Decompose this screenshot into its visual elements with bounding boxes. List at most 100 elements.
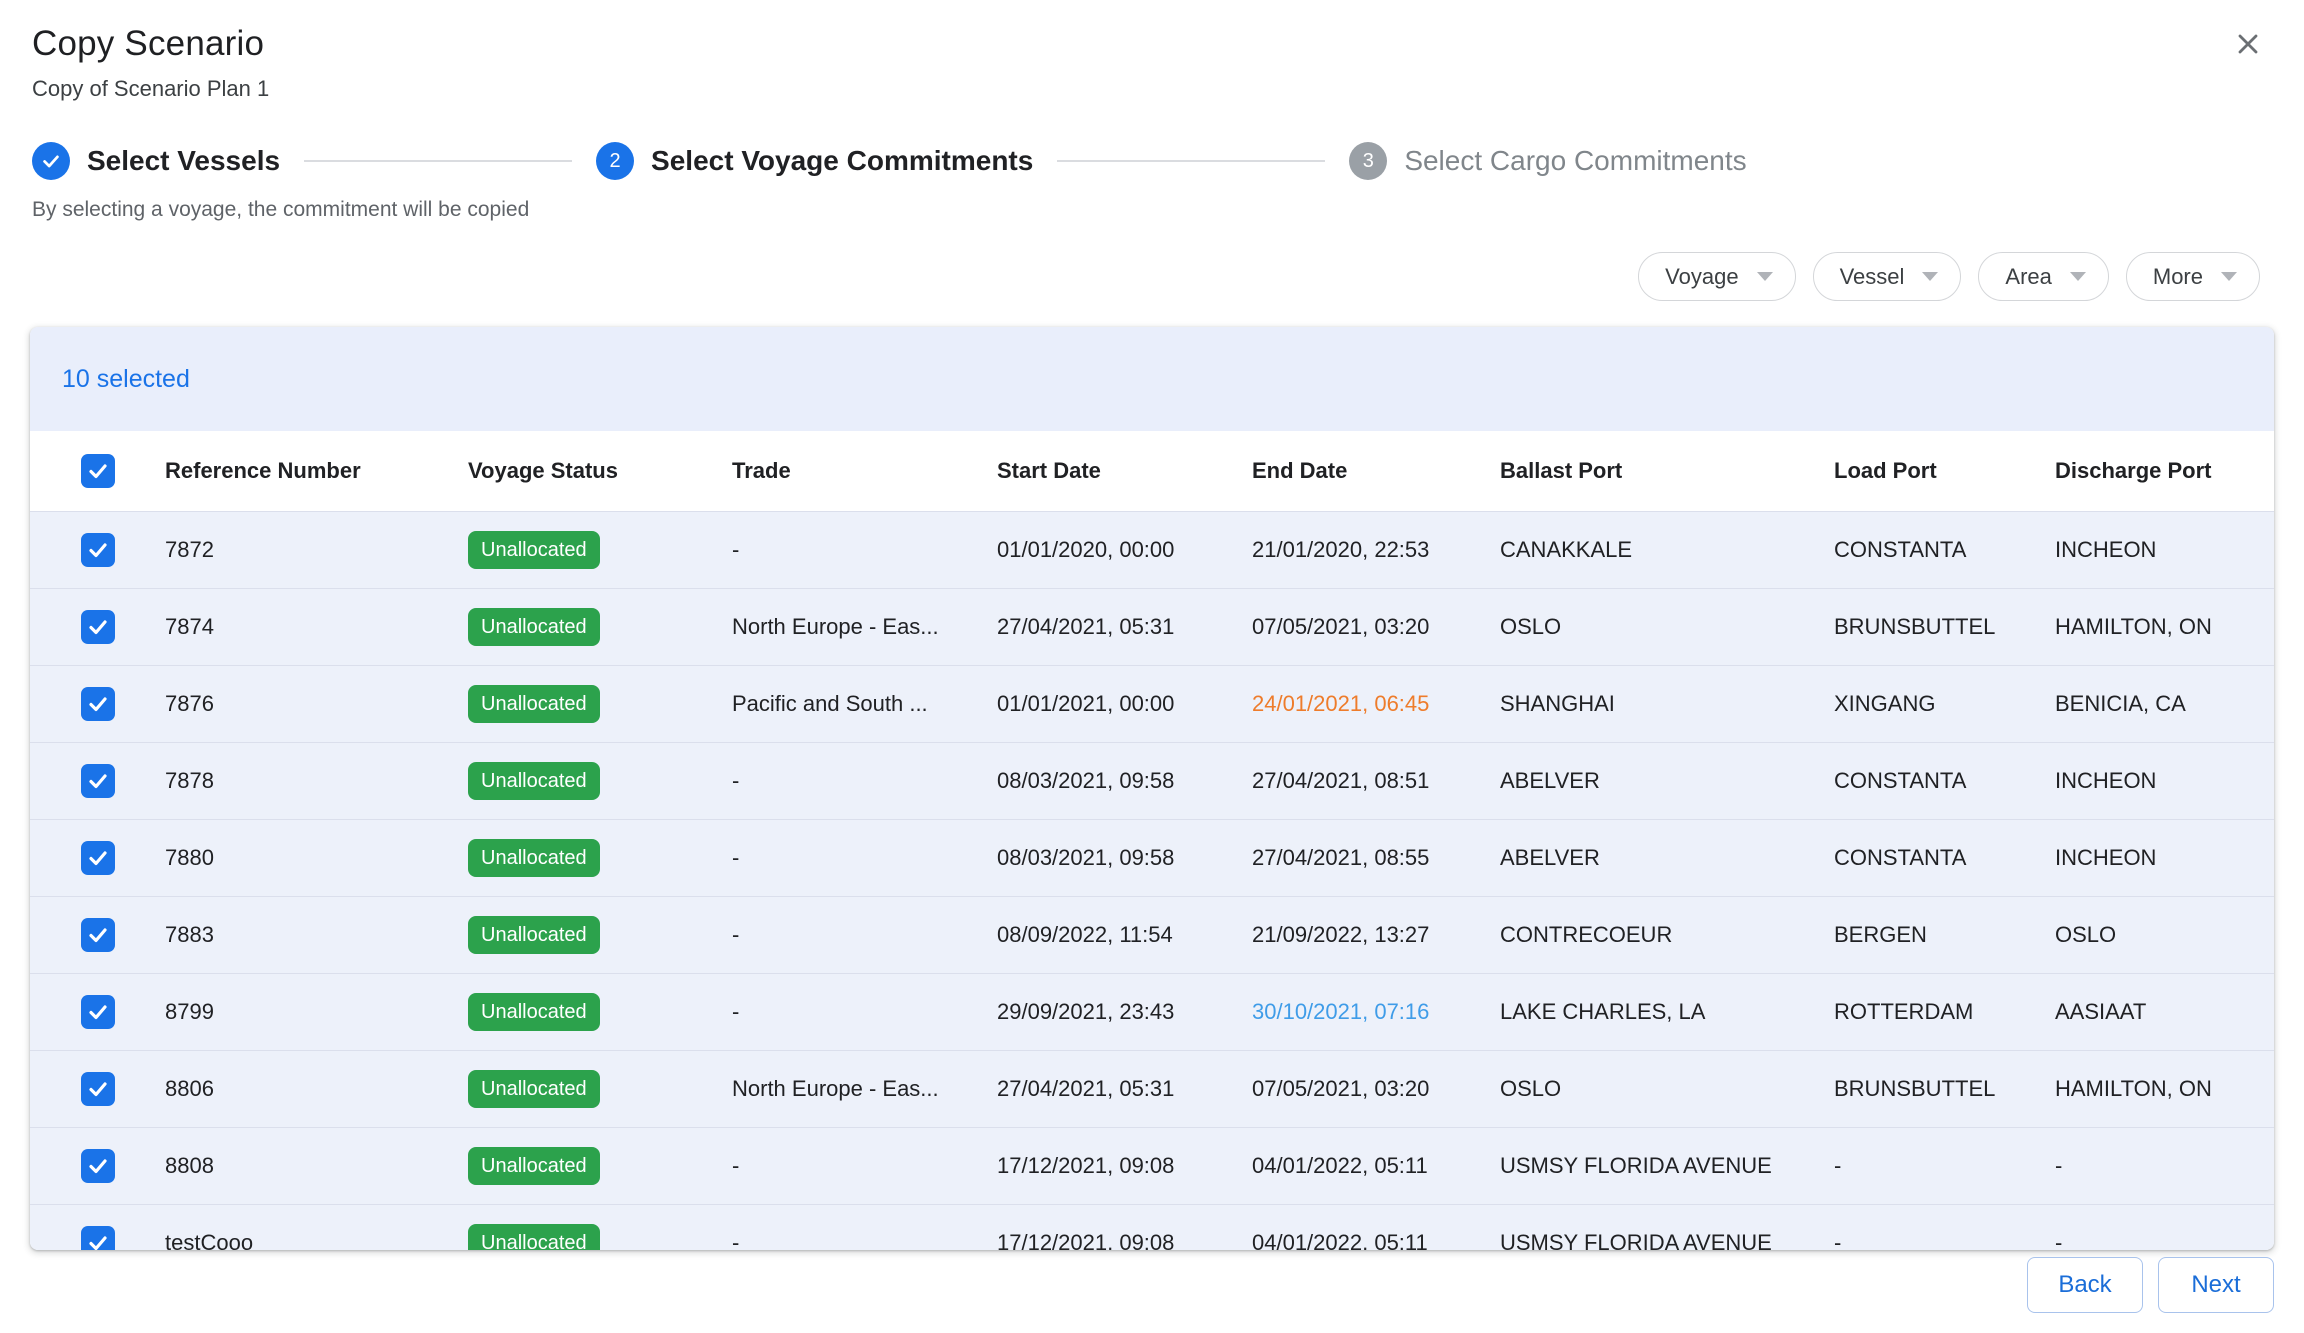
step-number: 2 — [596, 142, 634, 180]
ballast-port-cell: LAKE CHARLES, LA — [1500, 999, 1834, 1025]
table-row[interactable]: 8806 Unallocated North Europe - Eas... 2… — [30, 1050, 2274, 1127]
filter-area-button[interactable]: Area — [1978, 252, 2108, 301]
chevron-down-icon — [1922, 272, 1938, 281]
trade-cell: - — [732, 537, 997, 563]
filter-bar: Voyage Vessel Area More — [32, 252, 2260, 301]
trade-cell: North Europe - Eas... — [732, 1076, 997, 1102]
check-icon — [86, 692, 110, 716]
end-date-cell: 04/01/2022, 05:11 — [1252, 1230, 1500, 1250]
load-port-cell: BERGEN — [1834, 922, 2055, 948]
row-checkbox[interactable] — [81, 1149, 115, 1183]
reference-number-cell: 8799 — [165, 999, 468, 1025]
end-date-cell: 07/05/2021, 03:20 — [1252, 614, 1500, 640]
modal-subtitle: Copy of Scenario Plan 1 — [32, 76, 2272, 102]
modal-header: Copy Scenario Copy of Scenario Plan 1 — [0, 0, 2304, 102]
step-label: Select Vessels — [87, 145, 280, 177]
status-badge: Unallocated — [468, 993, 600, 1031]
end-date-cell: 27/04/2021, 08:51 — [1252, 768, 1500, 794]
load-port-cell: ROTTERDAM — [1834, 999, 2055, 1025]
stepper-connector — [1057, 160, 1325, 162]
table-row[interactable]: 8799 Unallocated - 29/09/2021, 23:43 30/… — [30, 973, 2274, 1050]
table-row[interactable]: 7880 Unallocated - 08/03/2021, 09:58 27/… — [30, 819, 2274, 896]
status-badge: Unallocated — [468, 762, 600, 800]
discharge-port-cell: INCHEON — [2055, 845, 2274, 871]
row-checkbox[interactable] — [81, 687, 115, 721]
trade-cell: - — [732, 922, 997, 948]
column-header-trade: Trade — [732, 458, 997, 484]
end-date-cell: 30/10/2021, 07:16 — [1252, 999, 1500, 1025]
start-date-cell: 08/09/2022, 11:54 — [997, 922, 1252, 948]
end-date-cell: 27/04/2021, 08:55 — [1252, 845, 1500, 871]
row-checkbox[interactable] — [81, 1226, 115, 1250]
filter-label: Vessel — [1840, 264, 1905, 290]
table-body: 7872 Unallocated - 01/01/2020, 00:00 21/… — [30, 511, 2274, 1250]
back-button[interactable]: Back — [2027, 1257, 2143, 1313]
row-checkbox[interactable] — [81, 610, 115, 644]
reference-number-cell: 7880 — [165, 845, 468, 871]
end-date-cell: 07/05/2021, 03:20 — [1252, 1076, 1500, 1102]
table-row[interactable]: 7872 Unallocated - 01/01/2020, 00:00 21/… — [30, 511, 2274, 588]
load-port-cell: CONSTANTA — [1834, 768, 2055, 794]
select-all-checkbox[interactable] — [81, 454, 115, 488]
step-select-vessels[interactable]: Select Vessels — [32, 142, 280, 180]
ballast-port-cell: ABELVER — [1500, 768, 1834, 794]
row-checkbox[interactable] — [81, 764, 115, 798]
stepper-connector — [304, 160, 572, 162]
row-checkbox[interactable] — [81, 841, 115, 875]
table-row[interactable]: 7876 Unallocated Pacific and South ... 0… — [30, 665, 2274, 742]
table-row[interactable]: 8808 Unallocated - 17/12/2021, 09:08 04/… — [30, 1127, 2274, 1204]
discharge-port-cell: INCHEON — [2055, 537, 2274, 563]
row-checkbox[interactable] — [81, 533, 115, 567]
selected-count: 10 selected — [62, 365, 190, 394]
column-header-reference-number: Reference Number — [165, 458, 468, 484]
filter-label: Area — [2005, 264, 2051, 290]
voyage-commitments-table: 10 selected Reference Number Voyage Stat… — [30, 327, 2274, 1250]
row-checkbox[interactable] — [81, 1072, 115, 1106]
status-badge: Unallocated — [468, 916, 600, 954]
row-checkbox[interactable] — [81, 918, 115, 952]
discharge-port-cell: HAMILTON, ON — [2055, 614, 2274, 640]
start-date-cell: 08/03/2021, 09:58 — [997, 845, 1252, 871]
start-date-cell: 17/12/2021, 09:08 — [997, 1230, 1252, 1250]
ballast-port-cell: OSLO — [1500, 614, 1834, 640]
trade-cell: - — [732, 845, 997, 871]
table-row[interactable]: 7883 Unallocated - 08/09/2022, 11:54 21/… — [30, 896, 2274, 973]
check-icon — [86, 846, 110, 870]
filter-vessel-button[interactable]: Vessel — [1813, 252, 1962, 301]
step-select-voyage-commitments[interactable]: 2 Select Voyage Commitments — [596, 142, 1033, 180]
trade-cell: - — [732, 999, 997, 1025]
status-badge: Unallocated — [468, 685, 600, 723]
status-badge: Unallocated — [468, 608, 600, 646]
load-port-cell: - — [1834, 1153, 2055, 1179]
step-number: 3 — [1349, 142, 1387, 180]
load-port-cell: BRUNSBUTTEL — [1834, 614, 2055, 640]
table-row[interactable]: 7878 Unallocated - 08/03/2021, 09:58 27/… — [30, 742, 2274, 819]
table-row[interactable]: testCooo Unallocated - 17/12/2021, 09:08… — [30, 1204, 2274, 1250]
filter-label: More — [2153, 264, 2203, 290]
start-date-cell: 08/03/2021, 09:58 — [997, 768, 1252, 794]
status-badge: Unallocated — [468, 1070, 600, 1108]
next-button[interactable]: Next — [2158, 1257, 2274, 1313]
end-date-cell: 21/01/2020, 22:53 — [1252, 537, 1500, 563]
trade-cell: - — [732, 1153, 997, 1179]
filter-more-button[interactable]: More — [2126, 252, 2260, 301]
filter-voyage-button[interactable]: Voyage — [1638, 252, 1795, 301]
helper-text: By selecting a voyage, the commitment wi… — [32, 198, 2272, 222]
table-row[interactable]: 7874 Unallocated North Europe - Eas... 2… — [30, 588, 2274, 665]
step-select-cargo-commitments[interactable]: 3 Select Cargo Commitments — [1349, 142, 1746, 180]
row-checkbox[interactable] — [81, 995, 115, 1029]
close-button[interactable] — [2226, 22, 2270, 66]
load-port-cell: XINGANG — [1834, 691, 2055, 717]
table-header-row: Reference Number Voyage Status Trade Sta… — [30, 431, 2274, 511]
reference-number-cell: 7874 — [165, 614, 468, 640]
modal-footer: Back Next — [2027, 1257, 2274, 1313]
ballast-port-cell: CONTRECOEUR — [1500, 922, 1834, 948]
trade-cell: - — [732, 1230, 997, 1250]
column-header-start-date: Start Date — [997, 458, 1252, 484]
discharge-port-cell: HAMILTON, ON — [2055, 1076, 2274, 1102]
step-label: Select Voyage Commitments — [651, 145, 1033, 177]
discharge-port-cell: AASIAAT — [2055, 999, 2274, 1025]
column-header-end-date: End Date — [1252, 458, 1500, 484]
reference-number-cell: 8806 — [165, 1076, 468, 1102]
start-date-cell: 01/01/2020, 00:00 — [997, 537, 1252, 563]
